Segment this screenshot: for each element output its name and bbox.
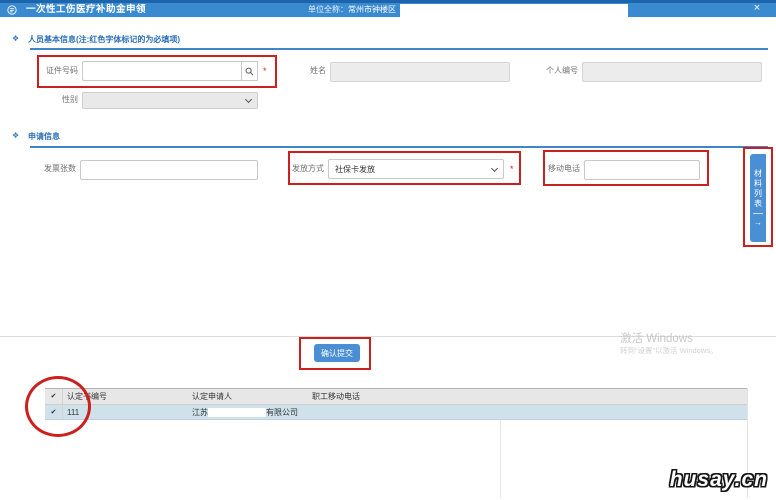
activate-windows-watermark-sub: 转到“设置”以激活 Windows。 bbox=[620, 345, 718, 356]
arrow-right-icon: → bbox=[754, 218, 762, 227]
material-list-tab-label: 材料列表 bbox=[753, 169, 764, 209]
form-document-icon bbox=[7, 5, 17, 15]
row-checkbox[interactable]: ✔ bbox=[45, 405, 63, 419]
redaction-overlay bbox=[400, 4, 628, 18]
pay-method-value: 社保卡发放 bbox=[335, 164, 375, 175]
table-header-row: ✔ 认定书编号 认定申请人 职工移动电话 bbox=[45, 389, 748, 405]
section-apply-title: 申请信息 bbox=[28, 131, 60, 142]
page-title: 一次性工伤医疗补助金申领 bbox=[26, 3, 146, 17]
redaction-overlay bbox=[208, 408, 266, 417]
gender-select[interactable] bbox=[82, 92, 258, 109]
cert-no-label: 证件号码 bbox=[28, 61, 78, 81]
pay-method-required-mark: * bbox=[510, 159, 514, 179]
chevron-down-icon bbox=[245, 96, 252, 103]
activate-windows-watermark: 激活 Windows bbox=[620, 330, 693, 346]
table-column-line bbox=[500, 420, 501, 498]
determination-table: ✔ 认定书编号 认定申请人 职工移动电话 ✔ 111 江苏 有限公司 bbox=[45, 388, 748, 420]
section-diamond-icon: ❖ bbox=[12, 131, 19, 140]
table-row[interactable]: ✔ 111 江苏 有限公司 bbox=[45, 405, 748, 420]
confirm-submit-button[interactable]: 确认提交 bbox=[314, 344, 360, 362]
name-label: 姓名 bbox=[282, 61, 326, 81]
pay-method-select[interactable]: 社保卡发放 bbox=[328, 159, 504, 179]
section-apply-underline bbox=[30, 146, 768, 148]
unit-fullname: 单位全称：常州市钟楼区 bbox=[308, 3, 396, 17]
row-phone bbox=[310, 405, 748, 419]
chevron-down-icon bbox=[491, 164, 498, 171]
person-no-label: 个人编号 bbox=[534, 61, 578, 81]
material-list-tab[interactable]: 材料列表 → bbox=[750, 154, 766, 242]
name-input bbox=[330, 62, 510, 82]
cert-no-required-mark: * bbox=[263, 61, 267, 81]
col-header-phone: 职工移动电话 bbox=[310, 389, 748, 404]
invoice-count-input[interactable] bbox=[80, 160, 258, 180]
invoice-count-label: 发票张数 bbox=[26, 159, 76, 179]
site-watermark: husay.cn bbox=[670, 468, 768, 492]
row-applicant: 江苏 有限公司 bbox=[190, 405, 310, 419]
applicant-suffix: 有限公司 bbox=[266, 408, 298, 417]
unit-value: 常州市钟楼区 bbox=[348, 5, 396, 14]
applicant-prefix: 江苏 bbox=[192, 408, 208, 417]
section-diamond-icon: ❖ bbox=[12, 34, 19, 43]
close-icon[interactable]: × bbox=[748, 1, 766, 15]
tab-divider bbox=[753, 213, 763, 214]
application-window: 一次性工伤医疗补助金申领 单位全称：常州市钟楼区 × ❖ 人员基本信息(注:红色… bbox=[0, 0, 776, 500]
person-no-input bbox=[582, 62, 762, 82]
unit-label: 单位全称： bbox=[308, 5, 348, 14]
cert-no-search-button[interactable] bbox=[241, 61, 258, 81]
gender-label: 性别 bbox=[28, 91, 78, 108]
col-header-cert-no: 认定书编号 bbox=[63, 389, 190, 404]
cert-no-input[interactable] bbox=[82, 61, 241, 81]
section-basic-title: 人员基本信息(注:红色字体标记的为必填项) bbox=[28, 34, 180, 45]
mobile-label: 移动电话 bbox=[536, 159, 580, 179]
row-cert-no: 111 bbox=[63, 405, 190, 419]
pay-method-label: 发放方式 bbox=[280, 159, 324, 179]
search-icon bbox=[245, 67, 254, 76]
mobile-input[interactable] bbox=[584, 160, 700, 180]
col-header-applicant: 认定申请人 bbox=[190, 389, 310, 404]
select-all-checkbox[interactable]: ✔ bbox=[45, 389, 63, 404]
section-basic-underline bbox=[30, 48, 768, 50]
